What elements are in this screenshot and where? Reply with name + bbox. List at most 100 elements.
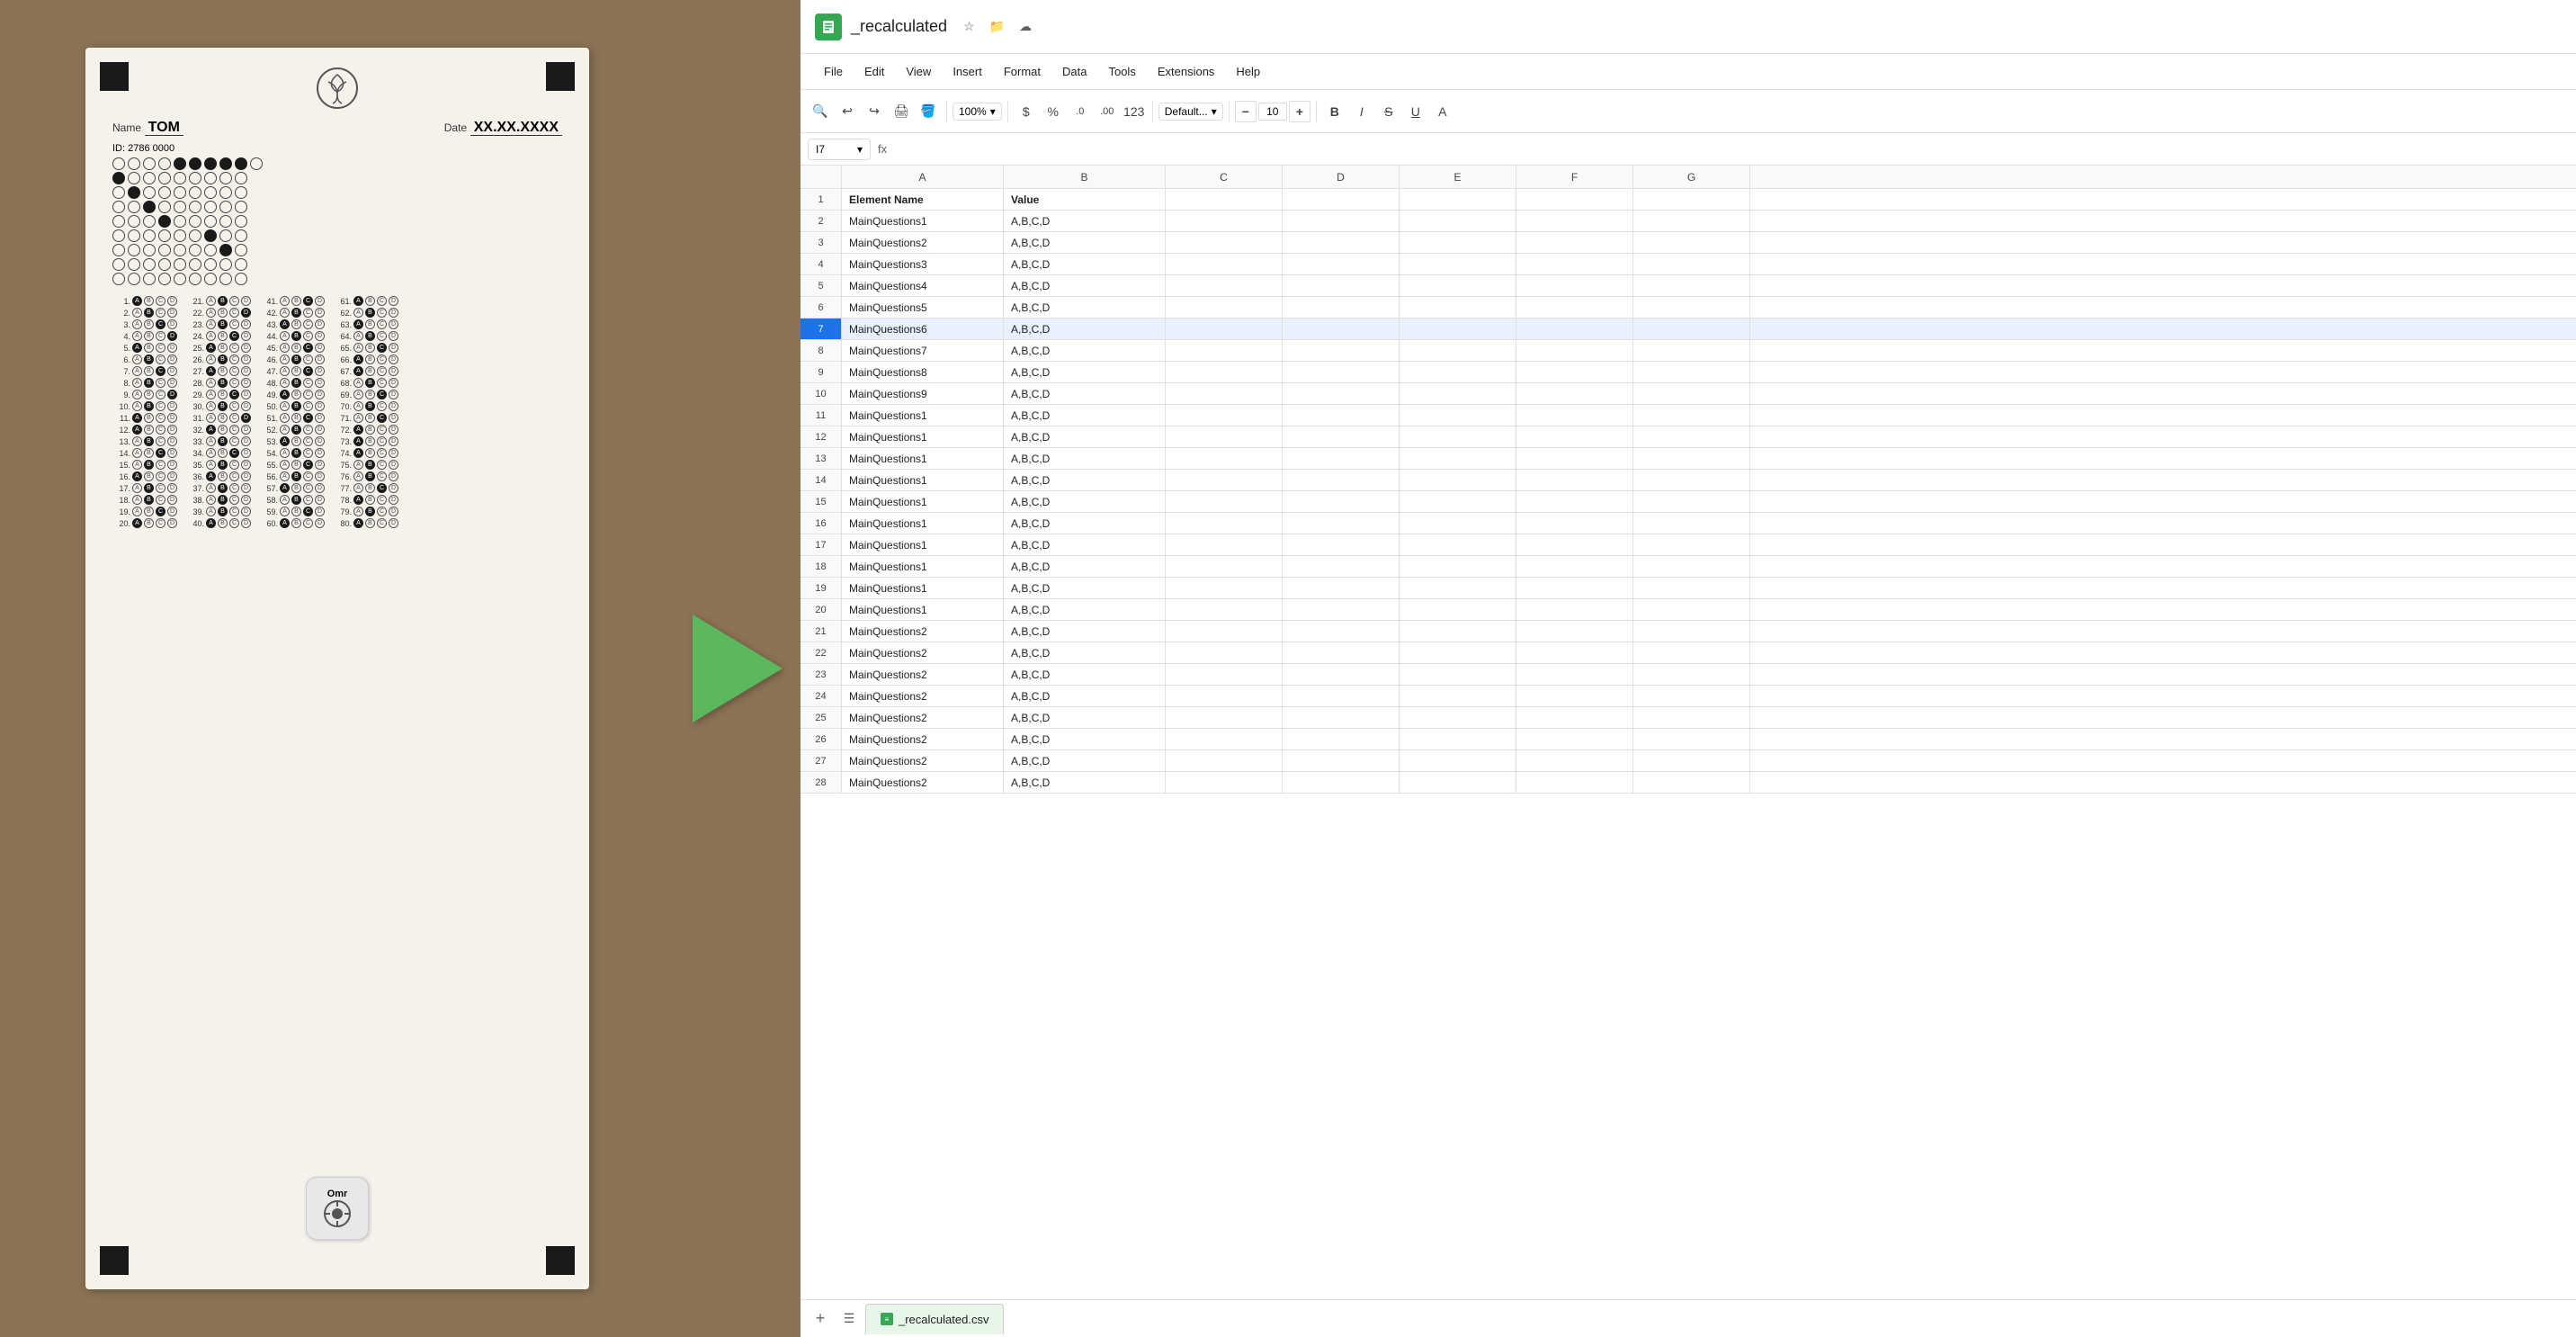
cell-F[interactable] <box>1516 513 1633 534</box>
table-row[interactable]: 24MainQuestions2A,B,C,D <box>801 686 2576 707</box>
cell-E[interactable] <box>1400 513 1516 534</box>
menu-tools[interactable]: Tools <box>1099 61 1144 82</box>
cell-F[interactable] <box>1516 448 1633 469</box>
decimal-inc-btn[interactable]: .00 <box>1095 99 1120 124</box>
table-row[interactable]: 12MainQuestions1A,B,C,D <box>801 426 2576 448</box>
cell-F[interactable] <box>1516 340 1633 361</box>
add-sheet-btn[interactable]: + <box>808 1306 833 1332</box>
font-size-increase-btn[interactable]: + <box>1289 101 1310 122</box>
table-row[interactable]: 23MainQuestions2A,B,C,D <box>801 664 2576 686</box>
cell-C[interactable] <box>1166 275 1283 296</box>
cell-C[interactable] <box>1166 383 1283 404</box>
table-row[interactable]: 17MainQuestions1A,B,C,D <box>801 534 2576 556</box>
cell-B[interactable]: A,B,C,D <box>1004 232 1166 253</box>
cell-A[interactable]: MainQuestions2 <box>842 707 1004 728</box>
cell-F[interactable] <box>1516 491 1633 512</box>
table-row[interactable]: 22MainQuestions2A,B,C,D <box>801 642 2576 664</box>
cell-G[interactable] <box>1633 275 1750 296</box>
cell-F[interactable] <box>1516 297 1633 318</box>
cell-F[interactable] <box>1516 750 1633 771</box>
cell-A[interactable]: MainQuestions1 <box>842 534 1004 555</box>
cell-B[interactable]: A,B,C,D <box>1004 686 1166 706</box>
cell-B[interactable]: A,B,C,D <box>1004 491 1166 512</box>
drive-icon[interactable]: 📁 <box>986 15 1008 38</box>
cell-F[interactable] <box>1516 362 1633 382</box>
bold-btn[interactable]: B <box>1322 99 1347 124</box>
italic-btn[interactable]: I <box>1349 99 1374 124</box>
table-row[interactable]: 27MainQuestions2A,B,C,D <box>801 750 2576 772</box>
cell-B[interactable]: A,B,C,D <box>1004 405 1166 426</box>
cell-C[interactable] <box>1166 254 1283 274</box>
cell-A[interactable]: MainQuestions8 <box>842 362 1004 382</box>
cell-B[interactable]: A,B,C,D <box>1004 664 1166 685</box>
cell-F[interactable] <box>1516 707 1633 728</box>
cell-B[interactable]: A,B,C,D <box>1004 729 1166 749</box>
cell-E[interactable] <box>1400 362 1516 382</box>
font-selector[interactable]: Default... ▾ <box>1158 103 1223 121</box>
table-row[interactable]: 18MainQuestions1A,B,C,D <box>801 556 2576 578</box>
cell-E[interactable] <box>1400 448 1516 469</box>
cell-E[interactable] <box>1400 642 1516 663</box>
cell-C[interactable] <box>1166 599 1283 620</box>
cell-A[interactable]: MainQuestions2 <box>842 621 1004 642</box>
cell-C[interactable] <box>1166 491 1283 512</box>
cell-A[interactable]: MainQuestions2 <box>842 729 1004 749</box>
table-row[interactable]: 14MainQuestions1A,B,C,D <box>801 470 2576 491</box>
cell-E[interactable] <box>1400 426 1516 447</box>
cell-A[interactable]: MainQuestions1 <box>842 578 1004 598</box>
cell-D[interactable] <box>1283 189 1400 210</box>
table-row[interactable]: 25MainQuestions2A,B,C,D <box>801 707 2576 729</box>
cell-B[interactable]: A,B,C,D <box>1004 513 1166 534</box>
cell-G[interactable] <box>1633 664 1750 685</box>
cell-A[interactable]: MainQuestions1 <box>842 426 1004 447</box>
cell-D[interactable] <box>1283 729 1400 749</box>
cell-A[interactable]: MainQuestions2 <box>842 686 1004 706</box>
col-header-C[interactable]: C <box>1166 166 1283 188</box>
cell-A[interactable]: MainQuestions1 <box>842 448 1004 469</box>
cell-E[interactable] <box>1400 578 1516 598</box>
cell-D[interactable] <box>1283 232 1400 253</box>
cell-B[interactable]: A,B,C,D <box>1004 642 1166 663</box>
cell-B[interactable]: A,B,C,D <box>1004 275 1166 296</box>
cell-D[interactable] <box>1283 556 1400 577</box>
active-sheet-tab[interactable]: ≡ _recalculated.csv <box>865 1304 1004 1334</box>
cell-D[interactable] <box>1283 254 1400 274</box>
table-row[interactable]: 3MainQuestions2A,B,C,D <box>801 232 2576 254</box>
cell-G[interactable] <box>1633 686 1750 706</box>
cell-D[interactable] <box>1283 275 1400 296</box>
cell-D[interactable] <box>1283 686 1400 706</box>
menu-insert[interactable]: Insert <box>944 61 991 82</box>
cell-B[interactable]: A,B,C,D <box>1004 319 1166 339</box>
cell-C[interactable] <box>1166 750 1283 771</box>
cell-A[interactable]: MainQuestions2 <box>842 642 1004 663</box>
cell-C[interactable] <box>1166 513 1283 534</box>
print-btn[interactable]: 🖨 <box>889 99 914 124</box>
table-row[interactable]: 26MainQuestions2A,B,C,D <box>801 729 2576 750</box>
col-header-B[interactable]: B <box>1004 166 1166 188</box>
table-row[interactable]: 2MainQuestions1A,B,C,D <box>801 211 2576 232</box>
table-row[interactable]: 8MainQuestions7A,B,C,D <box>801 340 2576 362</box>
menu-view[interactable]: View <box>897 61 940 82</box>
paint-format-btn[interactable]: 🪣 <box>916 99 941 124</box>
cell-F[interactable] <box>1516 664 1633 685</box>
cell-B[interactable]: A,B,C,D <box>1004 470 1166 490</box>
cell-E[interactable] <box>1400 319 1516 339</box>
cell-E[interactable] <box>1400 383 1516 404</box>
cell-F[interactable] <box>1516 405 1633 426</box>
omr-app-icon[interactable]: Omr <box>306 1177 369 1240</box>
cell-C[interactable] <box>1166 211 1283 231</box>
cell-G[interactable] <box>1633 470 1750 490</box>
table-row[interactable]: 1Element NameValue <box>801 189 2576 211</box>
cell-G[interactable] <box>1633 729 1750 749</box>
cell-F[interactable] <box>1516 319 1633 339</box>
cell-F[interactable] <box>1516 211 1633 231</box>
table-row[interactable]: 16MainQuestions1A,B,C,D <box>801 513 2576 534</box>
cell-E[interactable] <box>1400 275 1516 296</box>
number-format-btn[interactable]: 123 <box>1122 99 1147 124</box>
cell-G[interactable] <box>1633 254 1750 274</box>
menu-format[interactable]: Format <box>995 61 1050 82</box>
cell-B[interactable]: A,B,C,D <box>1004 772 1166 793</box>
table-row[interactable]: 4MainQuestions3A,B,C,D <box>801 254 2576 275</box>
underline-btn[interactable]: U <box>1403 99 1428 124</box>
cell-G[interactable] <box>1633 772 1750 793</box>
